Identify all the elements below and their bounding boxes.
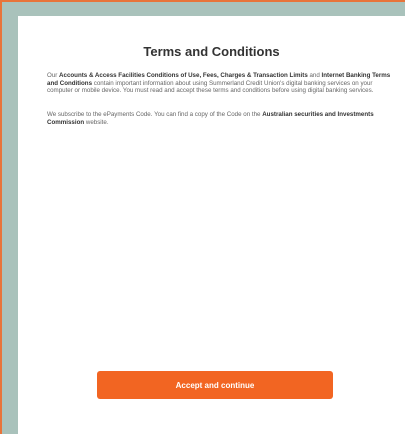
p2-text-post: website.	[84, 118, 109, 126]
accept-and-continue-button[interactable]: Accept and continue	[97, 371, 333, 399]
p1-text-mid: and	[307, 72, 322, 79]
terms-paragraph-2: We subscribe to the ePayments Code. You …	[47, 111, 397, 126]
p1-text-pre: Our	[47, 72, 60, 79]
p1-text-post: contain important information about usin…	[47, 79, 374, 95]
background-band-top	[2, 2, 405, 16]
page-title: Terms and Conditions	[143, 44, 280, 59]
fees-charges-link[interactable]: Accounts & Access Facilities Conditions …	[59, 72, 308, 79]
terms-paragraph-1: Our Accounts & Access Facilities Conditi…	[47, 72, 397, 95]
p2-text-pre: We subscribe to the ePayments Code. You …	[47, 111, 263, 118]
background-band-left	[2, 2, 18, 434]
